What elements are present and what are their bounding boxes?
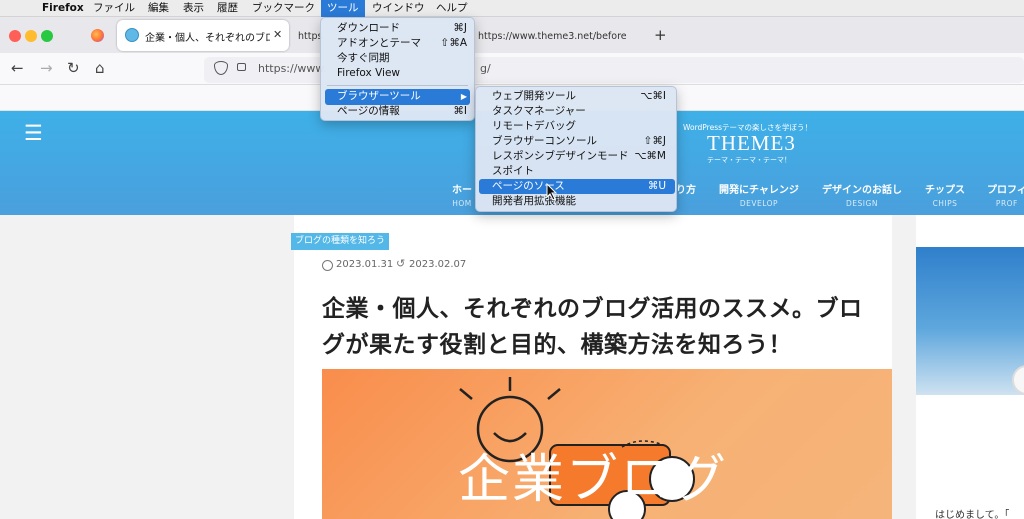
shortcut-browser-console: ⇧⌘J <box>643 135 666 147</box>
nav-howto[interactable]: り方 <box>676 181 696 199</box>
clock-icon <box>322 260 333 271</box>
menu-item-firefox-view[interactable]: Firefox View <box>337 66 400 81</box>
new-tab-button[interactable]: + <box>654 26 667 44</box>
site-favicon-icon <box>125 28 139 42</box>
mac-menu-bar: Firefox ファイル 編集 表示 履歴 ブックマーク ツール ウインドウ ヘ… <box>0 0 1024 17</box>
menu-item-addons[interactable]: アドオンとテーマ <box>337 36 421 51</box>
menu-history[interactable]: 履歴 <box>217 0 238 17</box>
tools-menu: ダウンロード ⌘J アドオンとテーマ ⇧⌘A 今すぐ同期 Firefox Vie… <box>320 17 475 121</box>
article-title-line2: グが果たす役割と目的、構築方法を知ろう！ <box>322 332 792 358</box>
tab-2[interactable]: https <box>298 31 322 42</box>
zoom-window-icon[interactable] <box>41 30 53 42</box>
shortcut-downloads: ⌘J <box>453 22 467 34</box>
nav-chips[interactable]: チップス CHIPS <box>925 181 965 208</box>
menu-item-downloads[interactable]: ダウンロード <box>337 21 400 36</box>
menu-tools[interactable]: ツール <box>321 0 365 17</box>
page-background-gap <box>892 215 916 519</box>
tab-3[interactable]: https://www.theme3.net/before-star <box>478 31 626 42</box>
category-badge[interactable]: ブログの種類を知ろう <box>291 233 390 250</box>
hamburger-menu-icon[interactable]: ☰ <box>24 121 43 145</box>
mouse-cursor-icon <box>546 183 558 201</box>
nav-home[interactable]: ホー HOM <box>452 181 472 208</box>
nav-develop[interactable]: 開発にチャレンジ DEVELOP <box>719 181 799 208</box>
menu-window[interactable]: ウインドウ <box>372 0 425 17</box>
menu-help[interactable]: ヘルプ <box>436 0 468 17</box>
menu-separator <box>327 85 468 86</box>
menu-item-extensions-for-developers[interactable]: 開発者用拡張機能 <box>492 194 576 209</box>
menu-file[interactable]: ファイル <box>93 0 135 17</box>
shortcut-page-source: ⌘U <box>647 180 666 192</box>
tab-title: 企業・個人、それぞれのブログ活 <box>145 33 270 44</box>
nav-design[interactable]: デザインのお話し DESIGN <box>822 181 902 208</box>
shield-icon[interactable] <box>214 61 228 75</box>
menu-item-web-dev-tools[interactable]: ウェブ開発ツール <box>492 89 576 104</box>
menu-view[interactable]: 表示 <box>183 0 204 17</box>
sidebar-intro-text: はじめまして。「 <box>935 510 1010 519</box>
shortcut-addons: ⇧⌘A <box>440 37 467 49</box>
page-background-left <box>0 215 294 519</box>
menu-item-task-manager[interactable]: タスクマネージャー <box>492 104 586 119</box>
forward-button[interactable]: → <box>40 60 53 76</box>
tab-close-icon[interactable]: ✕ <box>273 28 282 41</box>
updated-icon: ↺ <box>396 257 406 270</box>
nav-profile[interactable]: プロフィ PROF <box>987 181 1024 208</box>
url-text-right: g/ <box>480 62 491 75</box>
home-button[interactable]: ⌂ <box>95 60 105 76</box>
published-date: 2023.01.31 <box>336 259 394 270</box>
minimize-window-icon[interactable] <box>25 30 37 42</box>
article-eyecatch-image: 企業ブログ <box>322 369 892 519</box>
site-logo[interactable]: THEME3 <box>707 131 796 156</box>
menu-item-sync-now[interactable]: 今すぐ同期 <box>337 51 390 66</box>
shortcut-web-dev-tools: ⌥⌘I <box>640 90 666 102</box>
menu-item-page-info[interactable]: ページの情報 <box>337 104 400 119</box>
tab-active[interactable]: 企業・個人、それぞれのブログ活 ✕ <box>117 20 289 51</box>
close-window-icon[interactable] <box>9 30 21 42</box>
menu-item-responsive-design[interactable]: レスポンシブデザインモード <box>492 149 629 164</box>
menu-bookmarks[interactable]: ブックマーク <box>252 0 315 17</box>
article-title-line1: 企業・個人、それぞれのブログ活用のススメ。ブロ <box>322 296 863 322</box>
eyecatch-text: 企業ブログ <box>458 450 729 510</box>
reload-button[interactable]: ↻ <box>67 60 80 76</box>
menu-item-browser-tools[interactable]: ブラウザーツール <box>337 89 421 104</box>
menu-edit[interactable]: 編集 <box>148 0 169 17</box>
updated-date: 2023.02.07 <box>409 259 467 270</box>
shortcut-page-info: ⌘I <box>453 105 467 117</box>
menu-item-remote-debugging[interactable]: リモートデバッグ <box>492 119 576 134</box>
submenu-arrow-icon: ▶ <box>460 92 467 101</box>
menu-item-eyedropper[interactable]: スポイト <box>492 164 534 179</box>
url-text-left: https://www. <box>258 62 327 75</box>
sidebar-profile-image <box>916 247 1024 395</box>
firefox-view-icon[interactable] <box>91 29 104 42</box>
site-logo-sub: テーマ・テーマ・テーマ！ <box>707 156 791 164</box>
lock-icon[interactable] <box>237 63 246 71</box>
browser-tools-submenu: ウェブ開発ツール ⌥⌘I タスクマネージャー リモートデバッグ ブラウザーコンソ… <box>475 86 677 212</box>
back-button[interactable]: ← <box>11 60 24 76</box>
menu-app-firefox[interactable]: Firefox <box>42 0 84 17</box>
menu-item-browser-console[interactable]: ブラウザーコンソール <box>492 134 597 149</box>
avatar <box>1012 365 1024 395</box>
shortcut-responsive-design: ⌥⌘M <box>634 150 666 162</box>
